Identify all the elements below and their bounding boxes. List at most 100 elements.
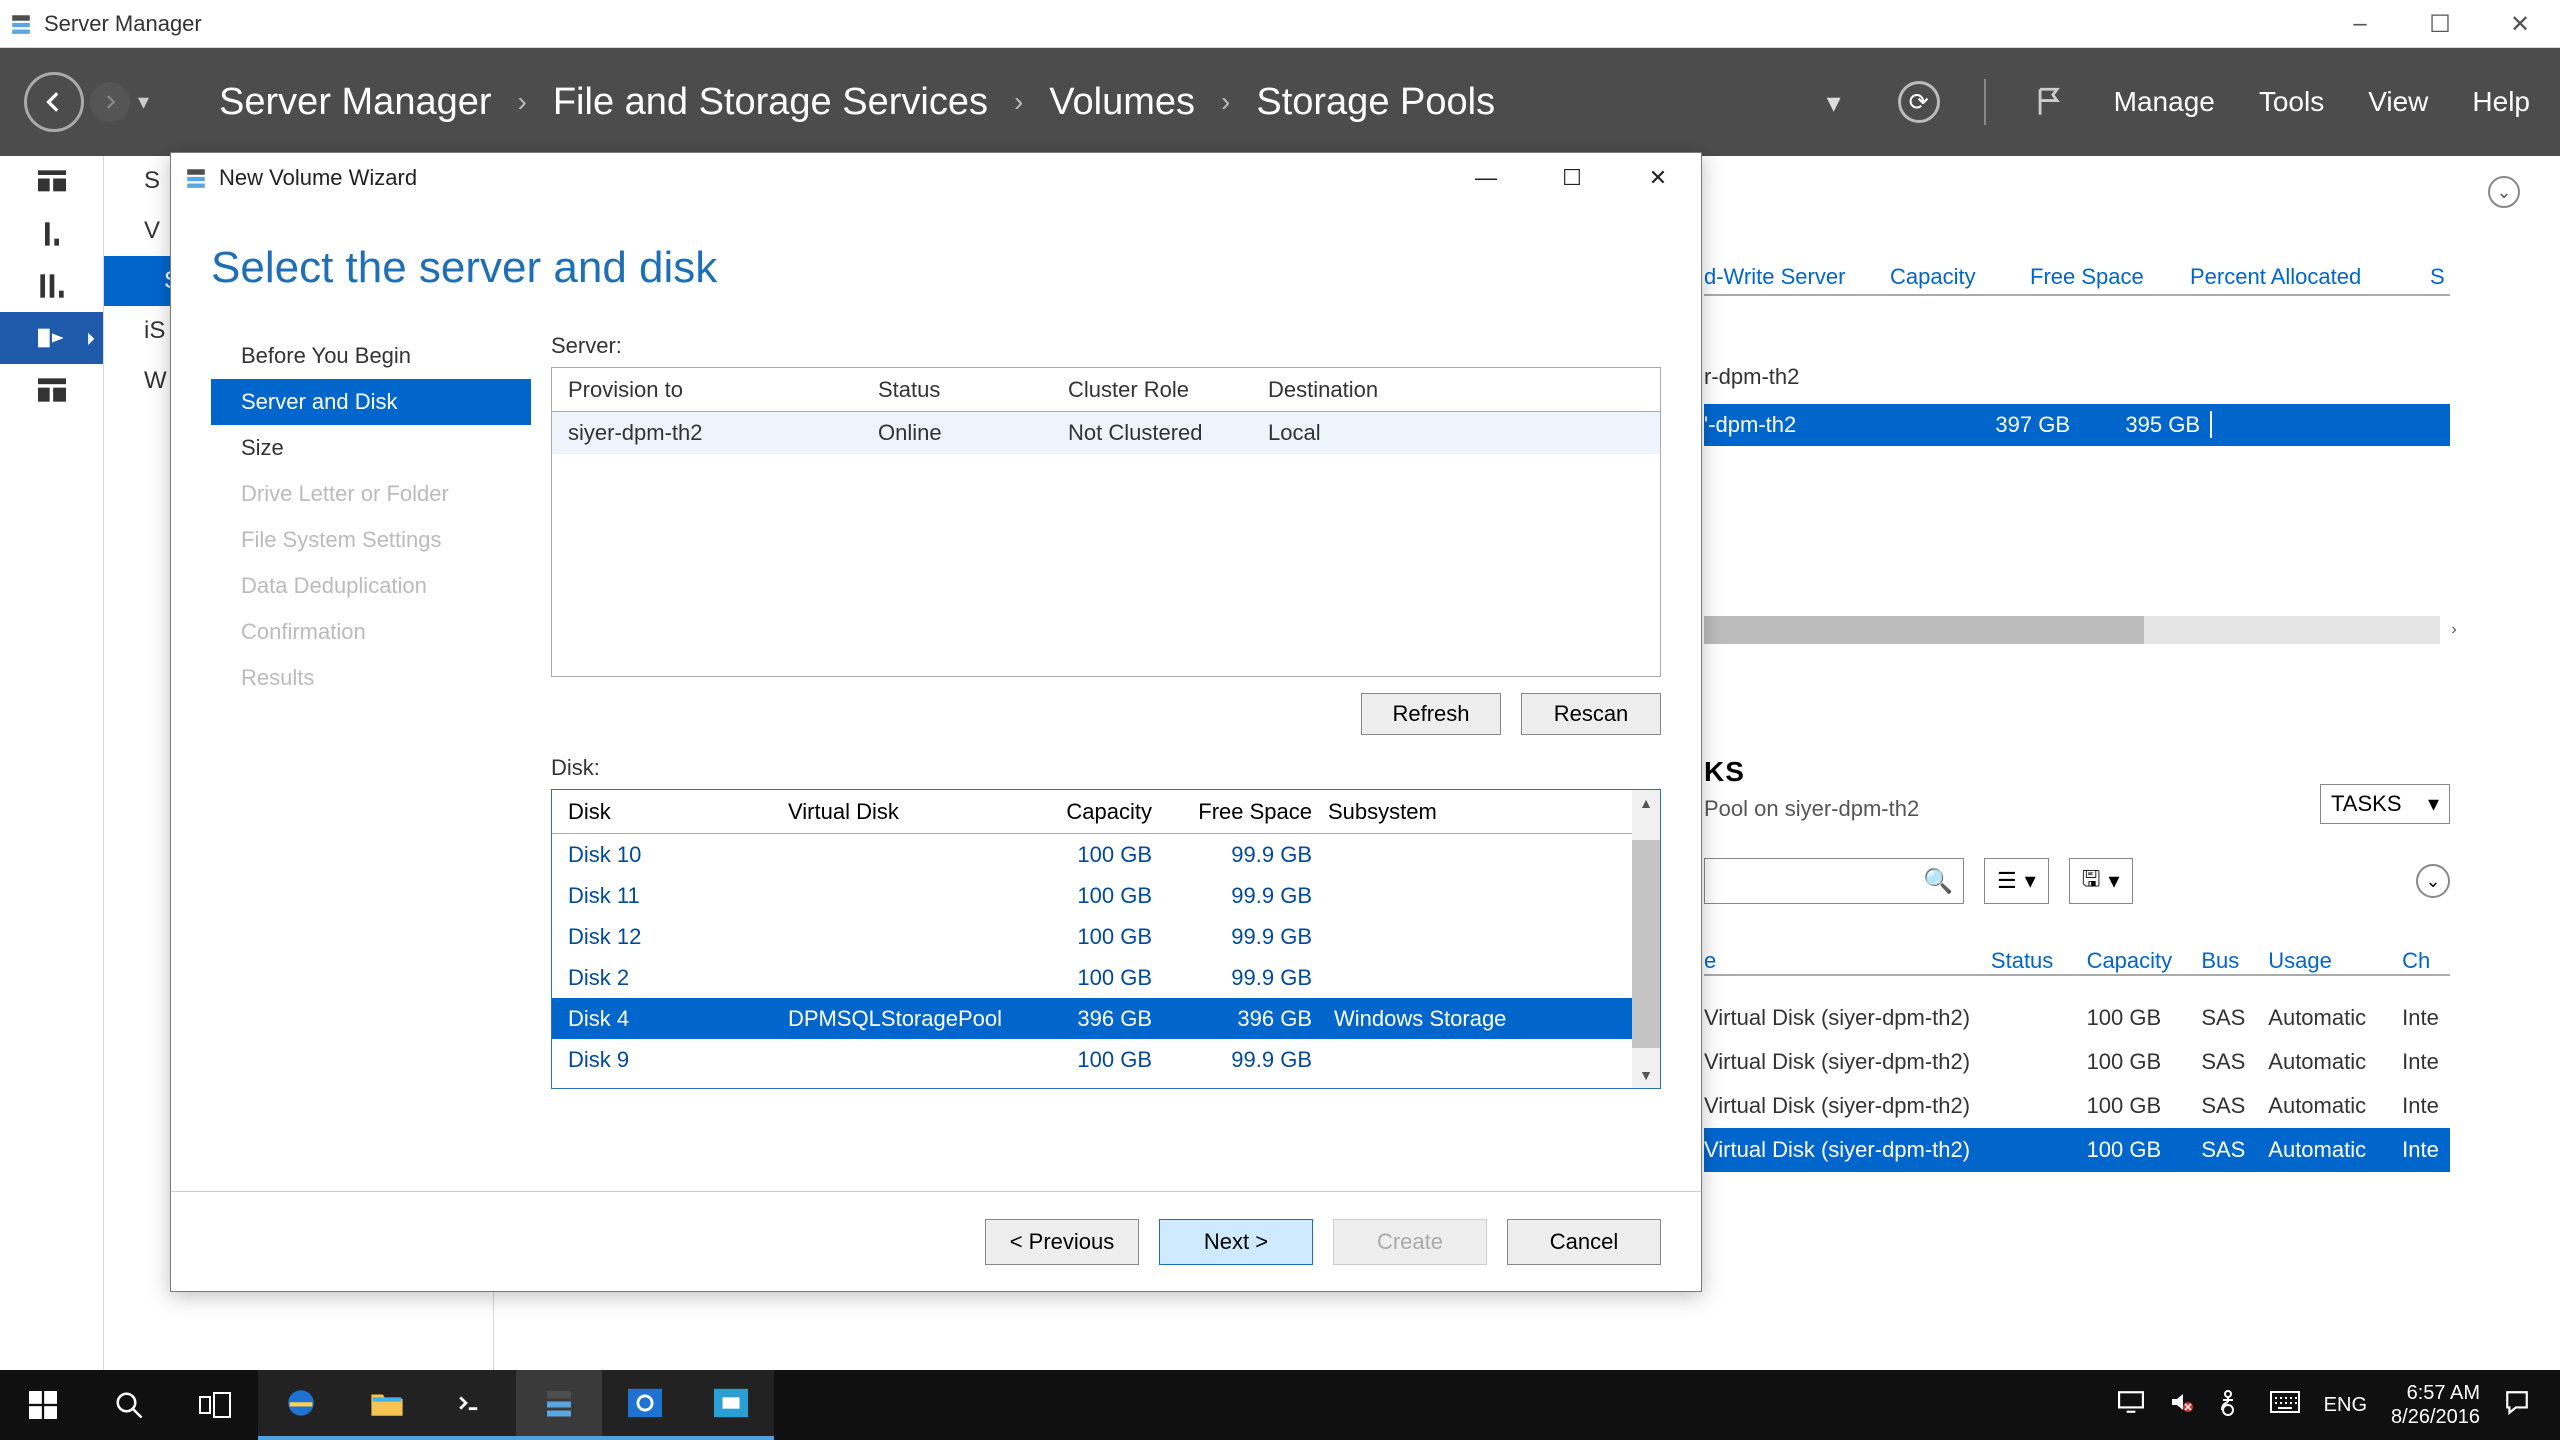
disk-row[interactable]: Disk 2100 GB99.9 GB bbox=[552, 957, 1632, 998]
scroll-up-icon[interactable]: ▲ bbox=[1632, 790, 1660, 816]
vd-row[interactable]: Virtual Disk (siyer-dpm-th2) 100 GB SAS … bbox=[1704, 1128, 2450, 1172]
column-header[interactable]: Disk bbox=[552, 799, 772, 825]
column-header[interactable]: Cluster Role bbox=[1052, 377, 1252, 403]
maximize-button[interactable]: ☐ bbox=[2400, 0, 2480, 48]
start-button[interactable] bbox=[0, 1370, 86, 1440]
breadcrumb-item[interactable]: File and Storage Services bbox=[553, 81, 988, 124]
column-header[interactable]: Provision to bbox=[552, 377, 862, 403]
pool-columns: d-Write Server Capacity Free Space Perce… bbox=[1704, 256, 2450, 296]
menu-help[interactable]: Help bbox=[2472, 86, 2530, 118]
rail-file-storage[interactable] bbox=[0, 312, 103, 364]
column-header[interactable]: Percent Allocated bbox=[2190, 264, 2410, 294]
panel-collapse-icon[interactable]: ⌄ bbox=[2488, 176, 2520, 208]
breadcrumb-current[interactable]: Storage Pools bbox=[1256, 81, 1495, 124]
rail-all-servers[interactable] bbox=[0, 260, 103, 312]
scrollbar-thumb[interactable] bbox=[1632, 840, 1660, 1048]
breadcrumb-item[interactable]: Volumes bbox=[1049, 81, 1195, 124]
scrollbar-thumb[interactable] bbox=[1704, 616, 2144, 644]
column-header[interactable]: Capacity bbox=[1012, 799, 1152, 825]
wizard-close-button[interactable]: ✕ bbox=[1615, 153, 1701, 203]
flag-icon[interactable] bbox=[2030, 82, 2070, 122]
chevron-down-icon: ▾ bbox=[2428, 791, 2439, 817]
previous-button[interactable]: < Previous bbox=[985, 1219, 1139, 1265]
column-header[interactable]: Capacity bbox=[2087, 948, 2202, 974]
disk-row[interactable]: Disk 4DPMSQLStoragePool396 GB396 GBWindo… bbox=[552, 998, 1632, 1039]
rail-local-server[interactable] bbox=[0, 208, 103, 260]
next-button[interactable]: Next > bbox=[1159, 1219, 1313, 1265]
rail-dashboard[interactable] bbox=[0, 156, 103, 208]
column-header[interactable]: d-Write Server bbox=[1704, 264, 1870, 294]
column-header[interactable]: Virtual Disk bbox=[772, 799, 1012, 825]
cancel-button[interactable]: Cancel bbox=[1507, 1219, 1661, 1265]
column-header[interactable]: Status bbox=[1991, 948, 2087, 974]
nav-forward-button[interactable] bbox=[90, 82, 130, 122]
wizard-maximize-button[interactable]: ☐ bbox=[1529, 153, 1615, 203]
close-button[interactable]: ✕ bbox=[2480, 0, 2560, 48]
tray-action-center-icon[interactable] bbox=[2504, 1389, 2530, 1421]
taskbar-server-manager[interactable] bbox=[516, 1370, 602, 1440]
column-header[interactable]: Free Space bbox=[2030, 264, 2170, 294]
server-row[interactable]: siyer-dpm-th2 Online Not Clustered Local bbox=[552, 412, 1660, 454]
disk-name: Disk 11 bbox=[552, 883, 772, 909]
filter-chip[interactable]: 🖫▾ bbox=[2069, 858, 2133, 904]
column-header[interactable]: Status bbox=[862, 377, 1052, 403]
tray-keyboard-icon[interactable] bbox=[2270, 1391, 2300, 1419]
taskbar-app[interactable] bbox=[688, 1370, 774, 1440]
pool-row[interactable]: '-dpm-th2 397 GB 395 GB bbox=[1704, 404, 2450, 446]
menu-tools[interactable]: Tools bbox=[2259, 86, 2324, 118]
taskbar-cmd[interactable] bbox=[430, 1370, 516, 1440]
tray-clock[interactable]: 6:57 AM 8/26/2016 bbox=[2391, 1381, 2480, 1429]
nav-history-dropdown[interactable]: ▾ bbox=[138, 89, 149, 115]
column-header[interactable]: S bbox=[2430, 264, 2450, 294]
tray-screen-icon[interactable] bbox=[2118, 1391, 2144, 1419]
taskbar-ie[interactable] bbox=[258, 1370, 344, 1440]
horizontal-scrollbar[interactable]: › bbox=[1704, 616, 2440, 644]
step-size[interactable]: Size bbox=[211, 425, 531, 471]
step-server-and-disk[interactable]: Server and Disk bbox=[211, 379, 531, 425]
minimize-button[interactable]: – bbox=[2320, 0, 2400, 48]
vd-row[interactable]: Virtual Disk (siyer-dpm-th2) 100 GB SAS … bbox=[1704, 1040, 2450, 1084]
step-before-you-begin[interactable]: Before You Begin bbox=[211, 333, 531, 379]
drop-icon[interactable]: ▾ bbox=[1814, 82, 1854, 122]
vertical-scrollbar[interactable]: ▲ ▼ bbox=[1632, 790, 1660, 1088]
filter-chip[interactable]: ☰▾ bbox=[1984, 858, 2049, 904]
column-header[interactable]: e bbox=[1704, 948, 1991, 974]
nav-back-button[interactable] bbox=[24, 72, 84, 132]
menu-view[interactable]: View bbox=[2368, 86, 2428, 118]
disk-row[interactable]: Disk 11100 GB99.9 GB bbox=[552, 875, 1632, 916]
vd-row[interactable]: Virtual Disk (siyer-dpm-th2) 100 GB SAS … bbox=[1704, 996, 2450, 1040]
column-header[interactable]: Ch bbox=[2402, 948, 2450, 974]
chevron-down-icon: ▾ bbox=[2025, 868, 2036, 894]
column-header[interactable]: Free Space bbox=[1152, 799, 1312, 825]
tray-language[interactable]: ENG bbox=[2324, 1394, 2367, 1417]
disk-row[interactable]: Disk 9100 GB99.9 GB bbox=[552, 1039, 1632, 1080]
column-header[interactable]: Bus bbox=[2201, 948, 2268, 974]
refresh-icon[interactable]: ⟳ bbox=[1898, 81, 1940, 123]
scroll-right-icon[interactable]: › bbox=[2440, 616, 2468, 644]
task-view-button[interactable] bbox=[172, 1370, 258, 1440]
vd-row[interactable]: Virtual Disk (siyer-dpm-th2) 100 GB SAS … bbox=[1704, 1084, 2450, 1128]
refresh-button[interactable]: Refresh bbox=[1361, 693, 1501, 735]
disk-row[interactable]: Disk 10100 GB99.9 GB bbox=[552, 834, 1632, 875]
column-header[interactable]: Usage bbox=[2268, 948, 2402, 974]
server-grid[interactable]: Provision to Status Cluster Role Destina… bbox=[551, 367, 1661, 677]
menu-manage[interactable]: Manage bbox=[2114, 86, 2215, 118]
disk-row[interactable]: Disk 12100 GB99.9 GB bbox=[552, 916, 1632, 957]
scroll-down-icon[interactable]: ▼ bbox=[1632, 1062, 1660, 1088]
wizard-minimize-button[interactable]: — bbox=[1443, 153, 1529, 203]
taskbar-explorer[interactable] bbox=[344, 1370, 430, 1440]
expand-icon[interactable]: ⌄ bbox=[2416, 864, 2450, 898]
column-header[interactable]: Capacity bbox=[1890, 264, 2010, 294]
taskbar-app[interactable] bbox=[602, 1370, 688, 1440]
rail-item[interactable] bbox=[0, 364, 103, 416]
filter-search[interactable]: 🔍 bbox=[1704, 858, 1964, 904]
tasks-dropdown[interactable]: TASKS▾ bbox=[2320, 784, 2450, 824]
rescan-button[interactable]: Rescan bbox=[1521, 693, 1661, 735]
column-header[interactable]: Destination bbox=[1252, 377, 1660, 403]
disk-grid[interactable]: Disk Virtual Disk Capacity Free Space Su… bbox=[551, 789, 1661, 1089]
column-header[interactable]: Subsystem bbox=[1312, 799, 1660, 825]
tray-volume-icon[interactable] bbox=[2168, 1390, 2194, 1420]
tray-accessibility-icon[interactable] bbox=[2218, 1388, 2246, 1422]
breadcrumb-root[interactable]: Server Manager bbox=[219, 81, 491, 124]
search-button[interactable] bbox=[86, 1370, 172, 1440]
